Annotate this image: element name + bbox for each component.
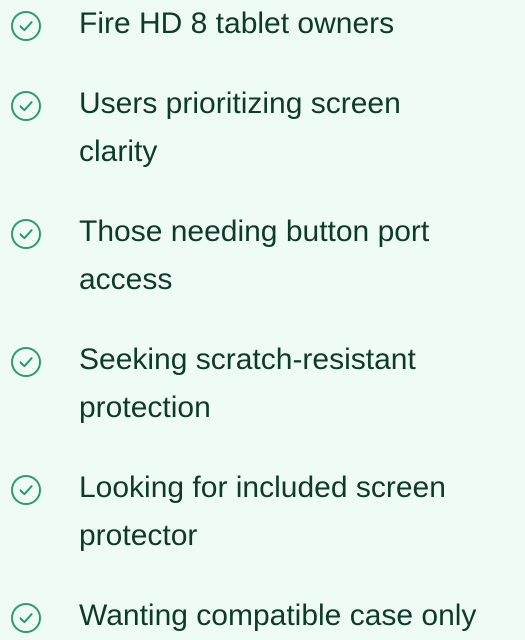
list-item-label: Users prioritizing screen clarity [79,80,525,176]
list-item-line: protector [79,519,198,552]
check-circle-icon [10,602,42,634]
check-circle-icon [10,90,42,122]
list-item-line: access [79,263,173,296]
list-item-label: Looking for included screen protector [79,464,525,560]
list-item-line: Those needing button port [79,215,430,248]
list-item-label: Those needing button port access [79,208,525,304]
audience-checklist: Fire HD 8 tablet owners Users prioritizi… [0,0,525,635]
check-circle-icon [10,218,42,250]
list-item-line: protection [79,391,211,424]
list-item-label: Fire HD 8 tablet owners [79,0,525,48]
check-circle-icon [10,474,42,506]
list-item-line: Users prioritizing screen [79,87,401,120]
list-item-label: Seeking scratch-resistant protection [79,336,525,432]
list-item-line: Wanting compatible case only [79,599,477,632]
list-item-line: clarity [79,135,158,168]
list-item-line: Looking for included screen [79,471,446,504]
list-item-line: Fire HD 8 tablet owners [79,7,395,40]
check-circle-icon [10,10,42,42]
list-item-line: Seeking scratch-resistant [79,343,416,376]
list-item-label: Wanting compatible case only [79,592,525,640]
check-circle-icon [10,346,42,378]
